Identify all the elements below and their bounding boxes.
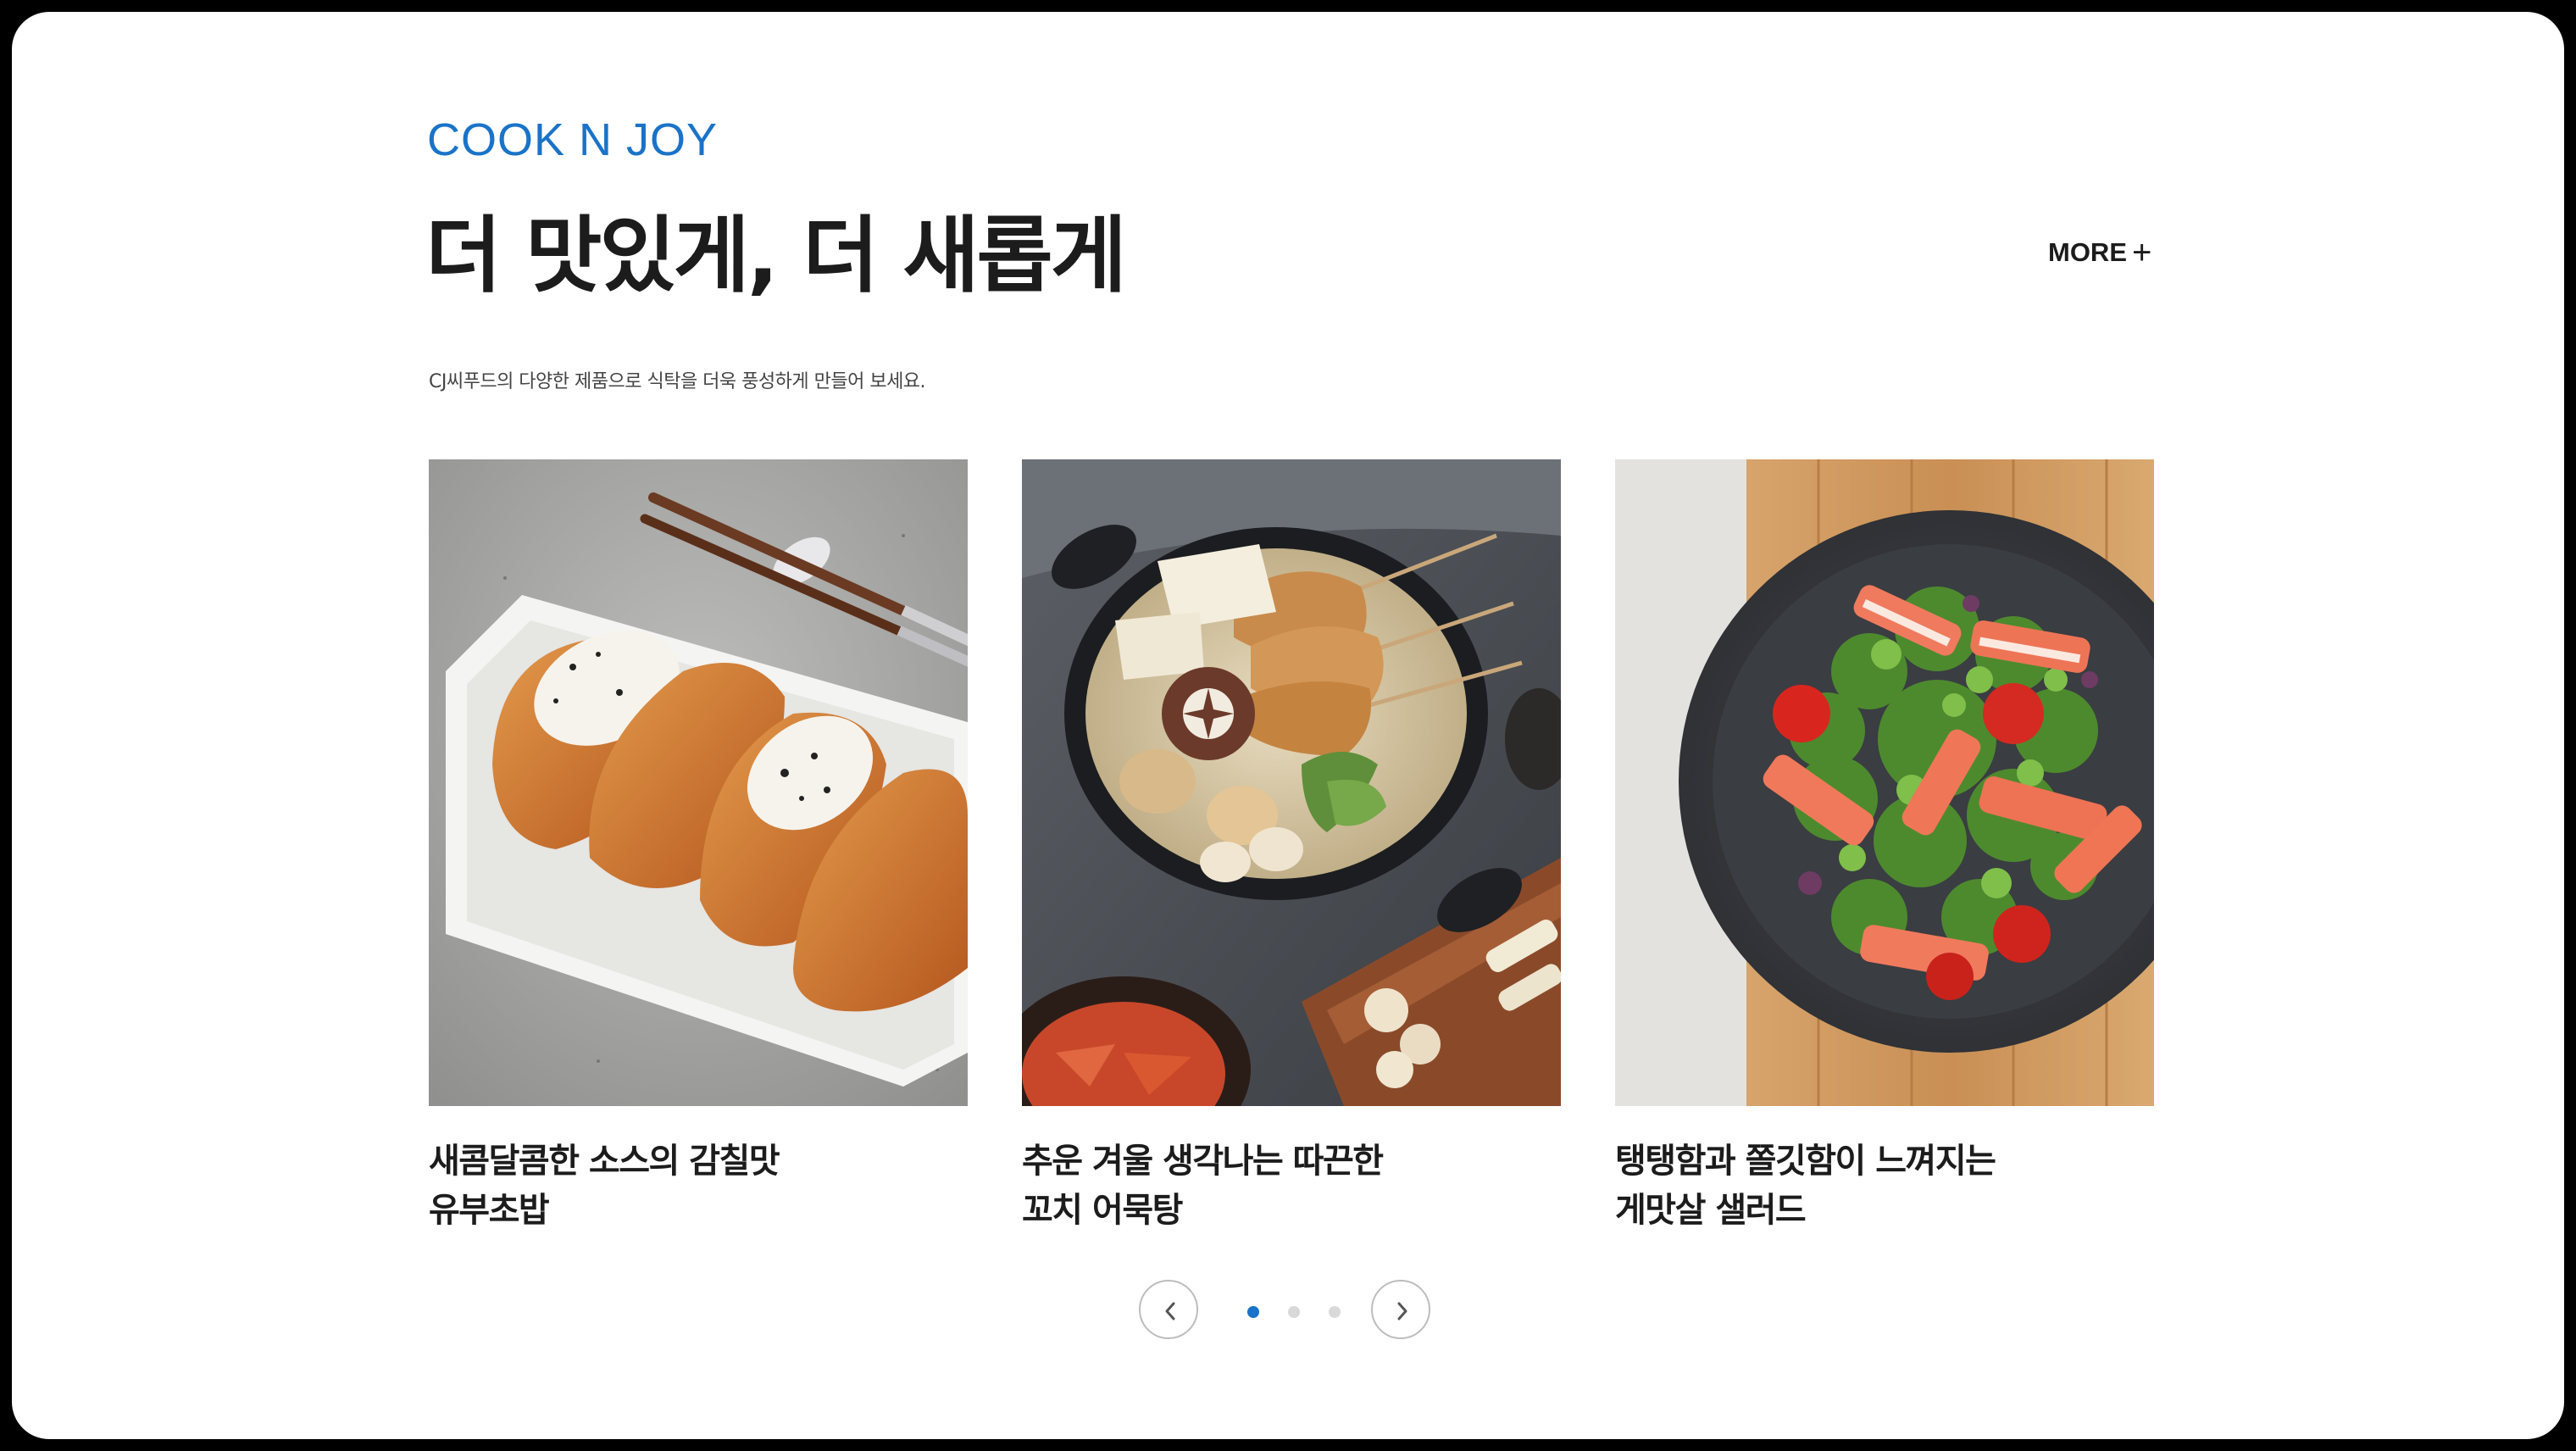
- recipe-card-list: 새콤달콤한 소스의 감칠맛 유부초밥 추운 겨울 생각나는 따끈한 꼬치 어묵탕…: [429, 459, 2157, 1273]
- recipe-card-title[interactable]: 탱탱함과 쫄깃함이 느껴지는 게맛살 샐러드: [1615, 1137, 2154, 1235]
- prev-button[interactable]: [1139, 1280, 1198, 1339]
- yubu-chobap-photo[interactable]: [429, 459, 968, 1106]
- chevron-right-icon: [1397, 1302, 1407, 1320]
- carousel-pager: [1139, 1280, 1461, 1348]
- recipe-card-title[interactable]: 추운 겨울 생각나는 따끈한 꼬치 어묵탕: [1022, 1137, 1561, 1235]
- more-label: MORE: [2048, 237, 2127, 267]
- chevron-left-icon: [1165, 1302, 1175, 1320]
- recipe-card-title-line: 유부초밥: [429, 1191, 550, 1230]
- recipe-card-title-line: 탱탱함과 쫄깃함이 느껴지는: [1615, 1142, 1996, 1181]
- crab-salad-photo[interactable]: [1615, 459, 2154, 1106]
- page-frame: COOK N JOY 더 맛있게, 더 새롭게 MORE + CJ씨푸드의 다양한…: [12, 12, 2564, 1439]
- pager-dot-3[interactable]: [1329, 1306, 1341, 1318]
- recipe-card-title-line: 새콤달콤한 소스의 감칠맛: [429, 1142, 780, 1181]
- pager-dot-1[interactable]: [1247, 1306, 1259, 1318]
- recipe-card-title[interactable]: 새콤달콤한 소스의 감칠맛 유부초밥: [429, 1137, 968, 1235]
- recipe-card-title-line: 추운 겨울 생각나는 따끈한: [1022, 1142, 1384, 1181]
- pager-dot-2[interactable]: [1288, 1306, 1300, 1318]
- more-link[interactable]: MORE +: [2048, 234, 2151, 272]
- recipe-card[interactable]: 탱탱함과 쫄깃함이 느껴지는 게맛살 샐러드: [1615, 459, 2154, 1235]
- recipe-card-title-line: 게맛살 샐러드: [1615, 1191, 1807, 1230]
- next-button[interactable]: [1371, 1280, 1430, 1339]
- section-description: CJ씨푸드의 다양한 제품으로 식탁을 더욱 풍성하게 만들어 보세요.: [429, 371, 926, 392]
- recipe-card[interactable]: 새콤달콤한 소스의 감칠맛 유부초밥: [429, 459, 968, 1235]
- page-title: 더 맛있게, 더 새롭게: [425, 208, 1127, 304]
- brand-label: COOK N JOY: [427, 114, 719, 165]
- fishcake-soup-photo[interactable]: [1022, 459, 1561, 1106]
- recipe-card-title-line: 꼬치 어묵탕: [1022, 1191, 1183, 1230]
- plus-icon: +: [2132, 234, 2152, 271]
- recipe-card[interactable]: 추운 겨울 생각나는 따끈한 꼬치 어묵탕: [1022, 459, 1561, 1235]
